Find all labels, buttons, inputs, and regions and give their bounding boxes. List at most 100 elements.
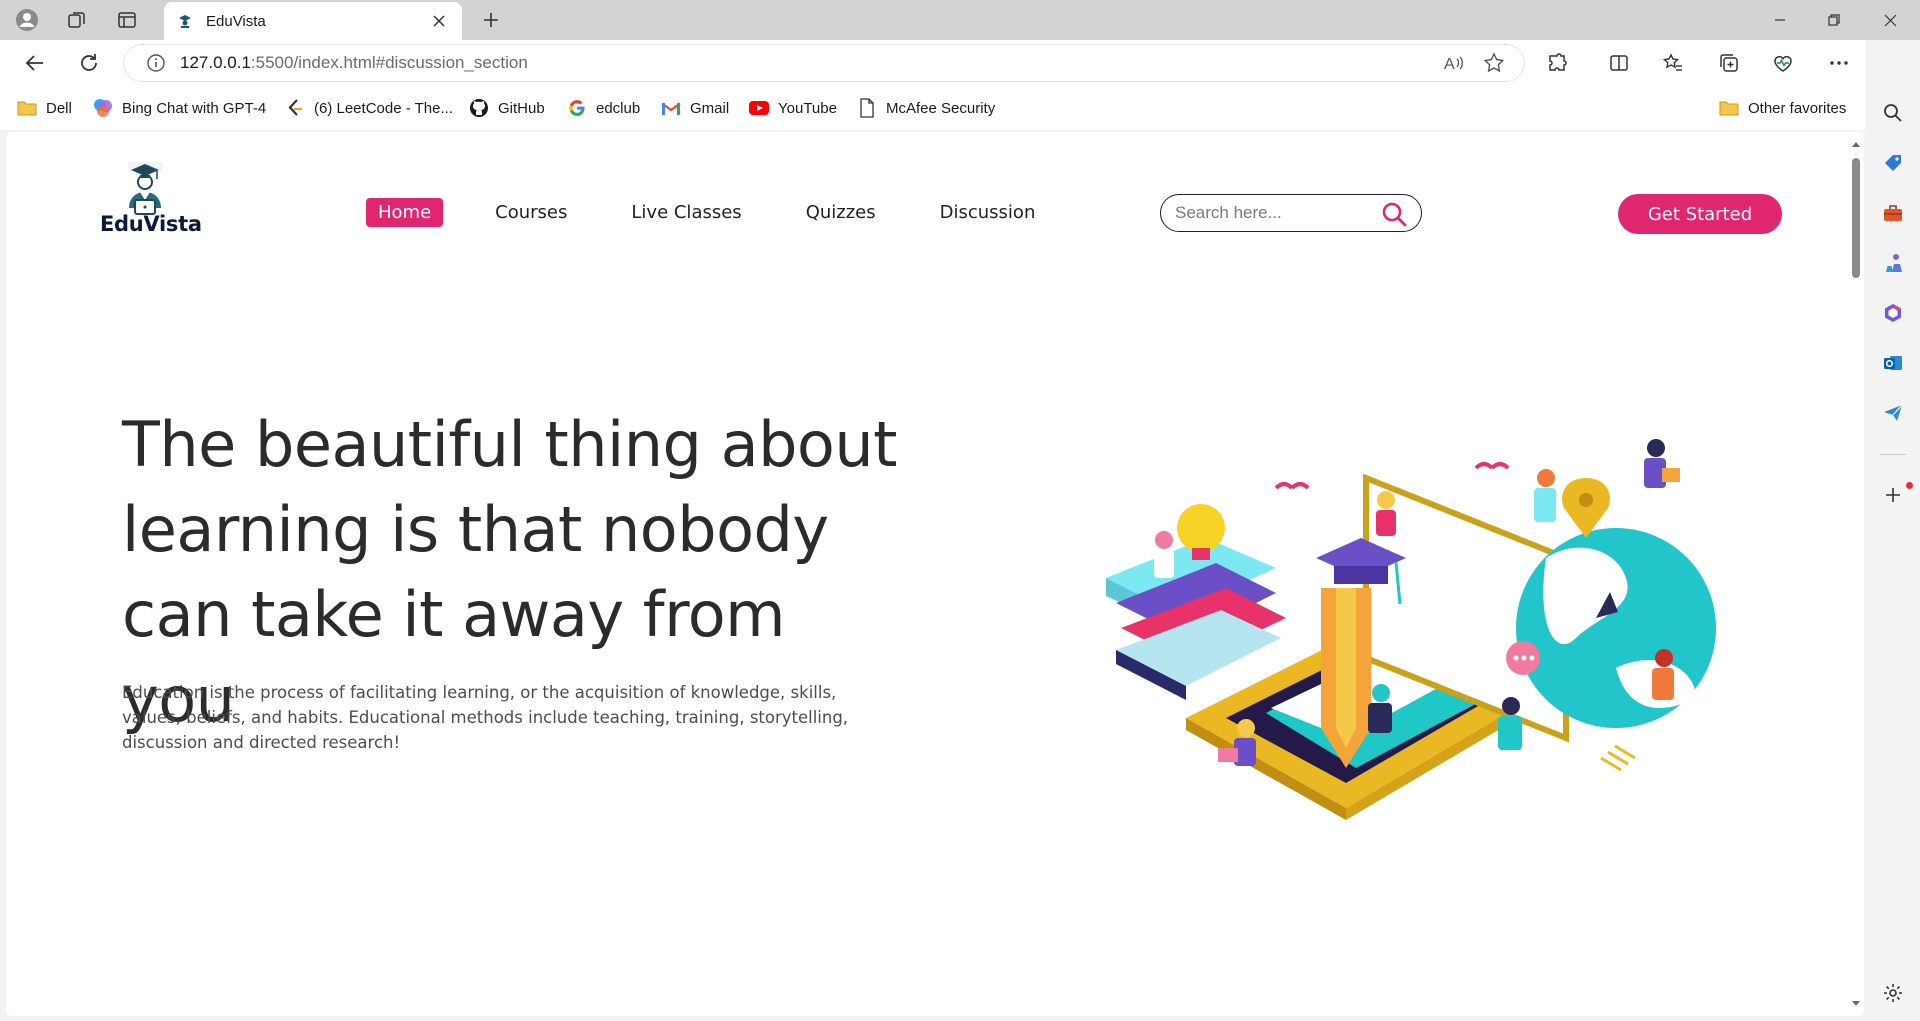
sidebar-shopping-button[interactable] bbox=[1878, 148, 1908, 178]
sidebar-games-button[interactable] bbox=[1878, 248, 1908, 278]
favorite-label: McAfee Security bbox=[886, 99, 996, 117]
favorite-label: Gmail bbox=[690, 99, 730, 117]
favorite-label: edclub bbox=[596, 99, 641, 117]
nav-courses[interactable]: Courses bbox=[483, 198, 579, 227]
sidebar-settings-button[interactable] bbox=[1878, 978, 1908, 1008]
active-tab[interactable]: EduVista bbox=[164, 2, 462, 40]
favorite-label: YouTube bbox=[778, 99, 837, 117]
heart-pulse-icon bbox=[1774, 55, 1792, 72]
url-text[interactable]: 127.0.0.1:5500/index.html#discussion_sec… bbox=[180, 53, 528, 73]
close-icon bbox=[1884, 14, 1896, 26]
favorite-bing-chat[interactable]: Bing Chat with GPT-4 bbox=[92, 94, 266, 122]
address-toolbar: 127.0.0.1:5500/index.html#discussion_sec… bbox=[0, 40, 1920, 86]
favorite-label: Dell bbox=[46, 99, 72, 117]
send-plane-icon bbox=[1884, 404, 1903, 421]
favorite-star-icon[interactable] bbox=[1478, 47, 1510, 79]
close-window-button[interactable] bbox=[1862, 0, 1918, 40]
restore-icon bbox=[1828, 14, 1840, 26]
brand-name: EduVista bbox=[100, 212, 202, 236]
sidebar-telegram-button[interactable] bbox=[1878, 398, 1908, 428]
search-icon[interactable] bbox=[1381, 201, 1407, 227]
split-screen-button[interactable] bbox=[1602, 47, 1636, 79]
hero-title-line: The beautiful thing about bbox=[122, 408, 897, 481]
copilot-icon bbox=[92, 97, 114, 119]
address-bar[interactable]: 127.0.0.1:5500/index.html#discussion_sec… bbox=[124, 45, 1524, 81]
favorite-leetcode[interactable]: (6) LeetCode - The... bbox=[284, 94, 453, 122]
folder-icon bbox=[16, 97, 38, 119]
search-icon bbox=[1884, 104, 1902, 122]
search-input[interactable] bbox=[1175, 203, 1375, 223]
nav-discussion[interactable]: Discussion bbox=[928, 198, 1048, 227]
page-icon bbox=[856, 97, 878, 119]
close-tab-icon[interactable] bbox=[428, 10, 450, 32]
microsoft-365-icon bbox=[1885, 304, 1901, 322]
favorites-list-icon bbox=[1662, 53, 1682, 71]
sidebar-outlook-button[interactable] bbox=[1878, 348, 1908, 378]
url-host: 127.0.0.1 bbox=[180, 53, 251, 72]
site-info-icon[interactable] bbox=[138, 45, 174, 81]
scroll-down-arrow-icon[interactable] bbox=[1851, 998, 1861, 1008]
favorite-edclub[interactable]: edclub bbox=[566, 94, 640, 122]
favorite-github[interactable]: GitHub bbox=[468, 94, 545, 122]
toolbox-icon bbox=[1884, 205, 1902, 221]
plus-icon bbox=[1886, 488, 1900, 502]
sidebar-search-button[interactable] bbox=[1878, 98, 1908, 128]
scroll-up-arrow-icon[interactable] bbox=[1851, 140, 1861, 150]
favorite-dell[interactable]: Dell bbox=[16, 94, 72, 122]
hero-description: Education is the process of facilitating… bbox=[122, 683, 849, 752]
gmail-icon bbox=[660, 97, 682, 119]
outlook-icon bbox=[1884, 356, 1902, 370]
hero-illustration bbox=[1106, 439, 1716, 820]
scroll-thumb[interactable] bbox=[1852, 158, 1860, 278]
youtube-icon bbox=[748, 97, 770, 119]
workspaces-button[interactable] bbox=[60, 6, 94, 34]
nav-home[interactable]: Home bbox=[366, 198, 444, 227]
page-viewport: EduVista Home Courses Live Classes Quizz… bbox=[6, 132, 1864, 1016]
favorite-label: GitHub bbox=[498, 99, 545, 117]
collections-button[interactable] bbox=[1712, 47, 1746, 79]
notification-dot bbox=[1906, 482, 1913, 489]
tab-title: EduVista bbox=[206, 12, 266, 30]
gear-icon bbox=[1884, 984, 1902, 1002]
tab-bar: EduVista bbox=[0, 0, 1920, 40]
favorite-label: Bing Chat with GPT-4 bbox=[122, 99, 267, 117]
other-favorites-label: Other favorites bbox=[1748, 99, 1847, 117]
sidebar-add-button[interactable] bbox=[1878, 480, 1908, 510]
get-started-button[interactable]: Get Started bbox=[1618, 194, 1782, 234]
read-aloud-icon[interactable]: A bbox=[1438, 47, 1470, 79]
extensions-icon bbox=[1549, 53, 1567, 71]
favorite-gmail[interactable]: Gmail bbox=[660, 94, 729, 122]
site-logo[interactable]: EduVista bbox=[90, 162, 202, 248]
other-favorites[interactable]: Other favorites bbox=[1718, 94, 1846, 122]
url-path: :5500/index.html#discussion_section bbox=[250, 53, 528, 72]
extensions-button[interactable] bbox=[1540, 47, 1574, 79]
new-tab-button[interactable] bbox=[474, 6, 508, 34]
svg-text:A: A bbox=[1444, 56, 1455, 73]
refresh-button[interactable] bbox=[72, 47, 106, 79]
nav-live-classes[interactable]: Live Classes bbox=[619, 198, 753, 227]
browser-essentials-button[interactable] bbox=[1766, 47, 1800, 79]
favorites-button[interactable] bbox=[1656, 47, 1690, 79]
google-icon bbox=[566, 97, 588, 119]
main-nav: Home Courses Live Classes Quizzes Discus… bbox=[366, 198, 1087, 227]
sidebar-tools-button[interactable] bbox=[1878, 198, 1908, 228]
leetcode-icon bbox=[284, 97, 306, 119]
edge-sidebar bbox=[1866, 40, 1920, 1021]
nav-quizzes[interactable]: Quizzes bbox=[794, 198, 888, 227]
chess-piece-icon bbox=[1886, 254, 1902, 272]
restore-button[interactable] bbox=[1806, 0, 1862, 40]
minimize-icon bbox=[1775, 19, 1785, 21]
minimize-button[interactable] bbox=[1752, 0, 1808, 40]
vertical-tabs-button[interactable] bbox=[110, 6, 144, 34]
back-button[interactable] bbox=[18, 47, 52, 79]
plus-icon bbox=[484, 13, 498, 27]
profile-button[interactable] bbox=[10, 6, 44, 34]
favorite-mcafee[interactable]: McAfee Security bbox=[856, 94, 995, 122]
tab-actions-icon bbox=[118, 12, 136, 28]
refresh-icon bbox=[81, 54, 97, 71]
page-scrollbar[interactable] bbox=[1848, 132, 1864, 1016]
settings-more-button[interactable] bbox=[1822, 47, 1856, 79]
split-screen-icon bbox=[1610, 55, 1628, 71]
favorite-youtube[interactable]: YouTube bbox=[748, 94, 837, 122]
sidebar-m365-button[interactable] bbox=[1878, 298, 1908, 328]
